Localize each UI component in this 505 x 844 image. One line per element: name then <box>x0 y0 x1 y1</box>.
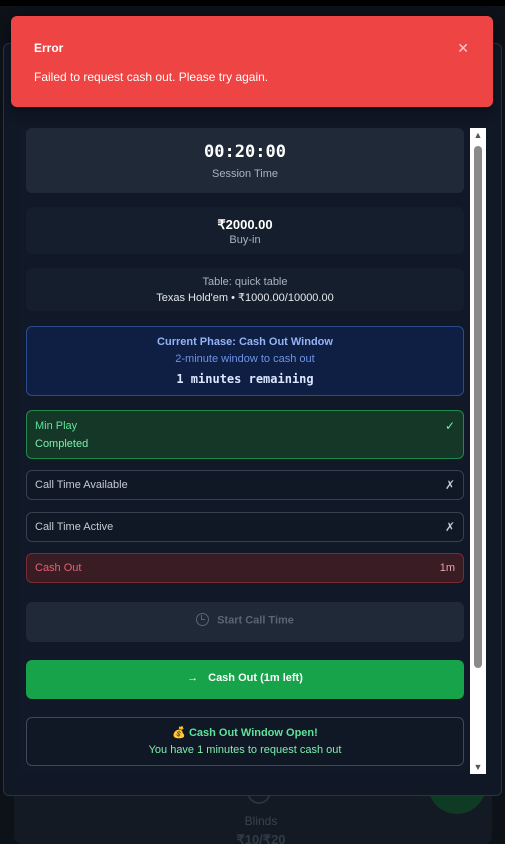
close-icon[interactable]: ✕ <box>457 40 469 57</box>
session-time-value: 00:20:00 <box>204 142 286 162</box>
clock-icon <box>196 613 210 626</box>
start-call-time-label: Start Call Time <box>217 614 294 627</box>
buyin-label: Buy-in <box>229 234 261 246</box>
cash-out-label: Cash Out (1m left) <box>208 672 303 684</box>
notice-subtitle: You have 1 minutes to request cash out <box>148 744 342 756</box>
table-name: Table: quick table <box>202 276 288 288</box>
scroll-down-icon[interactable]: ▼ <box>470 760 486 774</box>
cross-icon: ✗ <box>444 520 455 534</box>
session-time-card: 00:20:00 Session Time <box>26 128 464 193</box>
toast-message: Failed to request cash out. Please try a… <box>34 70 269 84</box>
top-bar <box>0 0 505 6</box>
scrollbar[interactable]: ▲ ▼ <box>470 128 486 774</box>
scroll-up-icon[interactable]: ▲ <box>470 128 486 142</box>
milestone-call-time-active: Call Time Active ✗ <box>26 512 464 542</box>
blinds-label: Blinds <box>244 814 278 828</box>
blinds-value: ₹10/₹20 <box>236 832 286 844</box>
buyin-amount: ₹2000.00 <box>217 217 273 232</box>
cross-icon: ✗ <box>444 478 455 492</box>
cash-out-window-notice: 💰 Cash Out Window Open! You have 1 minut… <box>26 717 464 766</box>
milestone-name: Call Time Active <box>35 521 114 533</box>
phase-subtitle: 2-minute window to cash out <box>175 353 315 365</box>
notice-title: 💰 Cash Out Window Open! <box>172 727 318 739</box>
milestone-time: 1m <box>439 562 455 574</box>
milestone-name: Call Time Available <box>35 479 128 491</box>
phase-title: Current Phase: Cash Out Window <box>157 336 333 348</box>
toast-title: Error <box>34 41 64 55</box>
check-icon: ✓ <box>444 419 455 433</box>
error-toast: Error Failed to request cash out. Please… <box>11 16 493 107</box>
buyin-card: ₹2000.00 Buy-in <box>26 207 464 254</box>
milestone-name: Cash Out <box>35 562 82 574</box>
scrollbar-thumb[interactable] <box>474 146 482 668</box>
milestone-call-time-available: Call Time Available ✗ <box>26 470 464 500</box>
phase-remaining: 1 minutes remaining <box>176 372 314 386</box>
phase-card: Current Phase: Cash Out Window 2-minute … <box>26 326 464 396</box>
cash-out-button[interactable]: → Cash Out (1m left) <box>26 660 464 699</box>
start-call-time-button[interactable]: Start Call Time <box>26 602 464 642</box>
milestone-name: Min Play <box>35 420 78 432</box>
milestone-cash-out: Cash Out 1m <box>26 553 464 583</box>
table-info-card: Table: quick table Texas Hold'em • ₹1000… <box>26 268 464 311</box>
table-game: Texas Hold'em • ₹1000.00/10000.00 <box>156 292 334 304</box>
arrow-right-icon: → <box>187 672 199 684</box>
session-time-label: Session Time <box>211 168 279 180</box>
milestone-status: Completed <box>35 438 89 450</box>
milestone-min-play: Min Play Completed ✓ <box>26 410 464 459</box>
